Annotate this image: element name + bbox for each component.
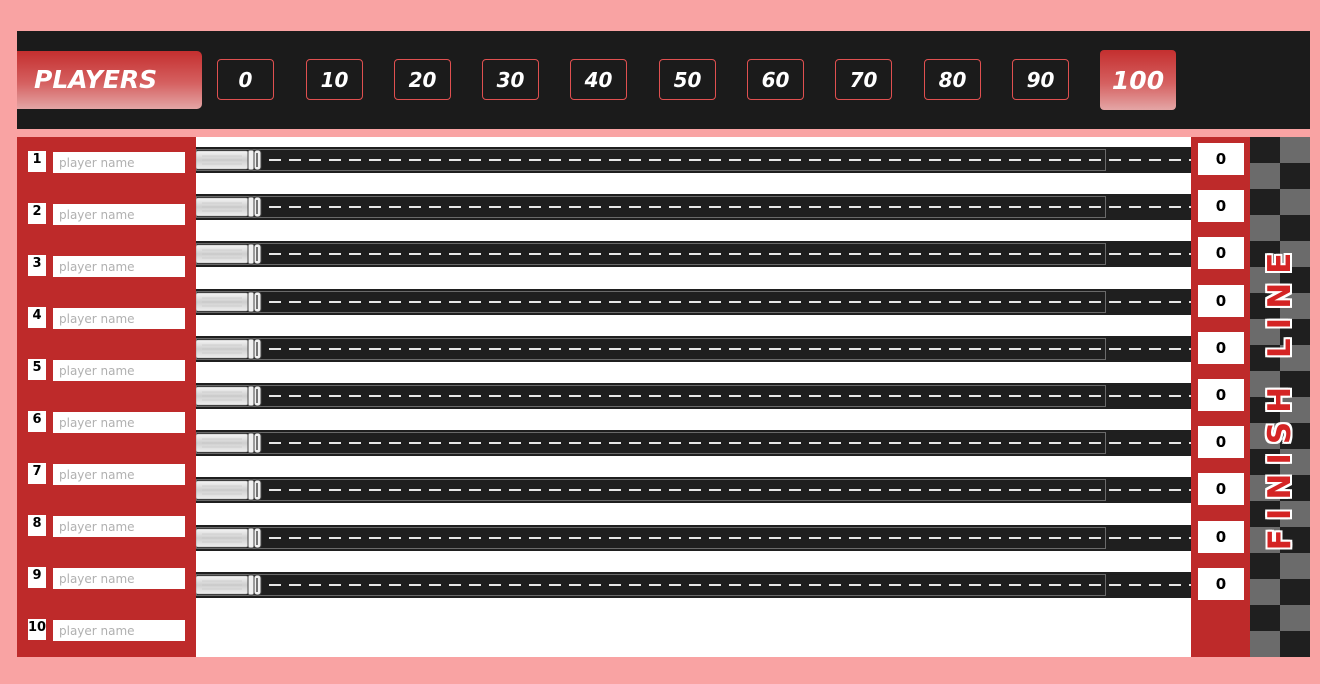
race-lane — [195, 524, 1191, 551]
player-number: 1 — [28, 151, 46, 172]
lane-divider — [269, 300, 1191, 303]
player-score: 0 — [1198, 567, 1244, 600]
player-row: 6 — [17, 397, 196, 449]
race-car-icon — [195, 431, 268, 455]
player-score: 0 — [1198, 237, 1244, 270]
lane-divider — [269, 536, 1191, 539]
score-button-90[interactable]: 90 — [1012, 59, 1069, 100]
player-score: 0 — [1198, 426, 1244, 459]
player-row: 3 — [17, 241, 196, 293]
player-number: 8 — [28, 515, 46, 536]
lane-divider — [269, 159, 1191, 161]
race-lane — [195, 147, 1191, 173]
player-name-input[interactable] — [53, 152, 185, 173]
race-car-icon — [195, 290, 268, 314]
score-button-10[interactable]: 10 — [306, 59, 363, 100]
lane-divider — [269, 395, 1191, 397]
race-lane — [195, 194, 1191, 221]
player-number: 9 — [28, 567, 46, 588]
race-car-icon — [195, 337, 268, 361]
score-button-60[interactable]: 60 — [747, 59, 804, 100]
score-column: 0 0 0 0 0 0 0 0 0 0 — [1191, 137, 1250, 657]
score-button-80[interactable]: 80 — [924, 59, 981, 100]
score-button-0[interactable]: 0 — [217, 59, 274, 100]
race-lane — [195, 430, 1191, 457]
player-score: 0 — [1198, 284, 1244, 317]
player-number: 7 — [28, 463, 46, 484]
lane-divider — [269, 206, 1191, 209]
race-lane — [195, 288, 1191, 315]
player-score: 0 — [1198, 379, 1244, 411]
player-number: 3 — [28, 255, 46, 276]
finish-line-label: FINISH LINE — [1262, 243, 1298, 551]
player-name-input[interactable] — [53, 620, 185, 641]
player-name-input[interactable] — [53, 308, 185, 329]
player-row: 9 — [17, 553, 196, 605]
player-score: 0 — [1198, 143, 1244, 175]
race-car-icon — [195, 195, 268, 219]
race-car-icon — [195, 148, 268, 172]
score-button-100[interactable]: 100 — [1100, 50, 1176, 110]
player-row: 10 — [17, 605, 196, 657]
player-name-input[interactable] — [53, 568, 185, 589]
player-row: 4 — [17, 293, 196, 345]
player-score: 0 — [1198, 473, 1244, 506]
race-lane — [195, 477, 1191, 504]
player-score: 0 — [1198, 190, 1244, 223]
score-button-40[interactable]: 40 — [570, 59, 627, 100]
player-name-input[interactable] — [53, 360, 185, 381]
race-lane — [195, 571, 1191, 598]
race-car-icon — [195, 242, 268, 266]
player-name-input[interactable] — [53, 412, 185, 433]
score-button-30[interactable]: 30 — [482, 59, 539, 100]
lane-divider — [269, 253, 1191, 256]
lane-divider — [269, 347, 1191, 350]
player-score: 0 — [1198, 331, 1244, 364]
player-number: 2 — [28, 203, 46, 224]
race-lane — [195, 241, 1191, 268]
race-car-icon — [195, 384, 268, 408]
player-name-input[interactable] — [53, 516, 185, 537]
race-lane — [195, 383, 1191, 409]
player-list: 1 2 3 4 5 6 7 8 9 10 — [17, 137, 196, 657]
player-row: 8 — [17, 501, 196, 553]
player-number: 4 — [28, 307, 46, 328]
finish-line: FINISH LINE — [1250, 137, 1310, 657]
player-row: 7 — [17, 449, 196, 501]
lane-divider — [269, 489, 1191, 492]
player-name-input[interactable] — [53, 256, 185, 277]
race-track — [195, 137, 1191, 657]
top-bar: PLAYERS 0 10 20 30 40 50 60 70 80 90 100 — [17, 31, 1310, 129]
race-lane — [195, 335, 1191, 362]
race-car-icon — [195, 526, 268, 550]
player-row: 2 — [17, 189, 196, 241]
players-title: PLAYERS — [17, 51, 202, 109]
score-button-20[interactable]: 20 — [394, 59, 451, 100]
player-score: 0 — [1198, 520, 1244, 553]
player-name-input[interactable] — [53, 464, 185, 485]
player-number: 10 — [28, 619, 46, 640]
race-car-icon — [195, 573, 268, 597]
score-button-50[interactable]: 50 — [659, 59, 716, 100]
player-name-input[interactable] — [53, 204, 185, 225]
player-row: 1 — [17, 137, 196, 189]
player-number: 5 — [28, 359, 46, 380]
lane-divider — [269, 583, 1191, 586]
race-car-icon — [195, 478, 268, 502]
race-board: 1 2 3 4 5 6 7 8 9 10 0 0 0 0 0 0 0 0 0 0 FINISH LINE — [17, 137, 1310, 657]
lane-divider — [269, 442, 1191, 445]
player-number: 6 — [28, 411, 46, 432]
score-button-70[interactable]: 70 — [835, 59, 892, 100]
player-row: 5 — [17, 345, 196, 397]
